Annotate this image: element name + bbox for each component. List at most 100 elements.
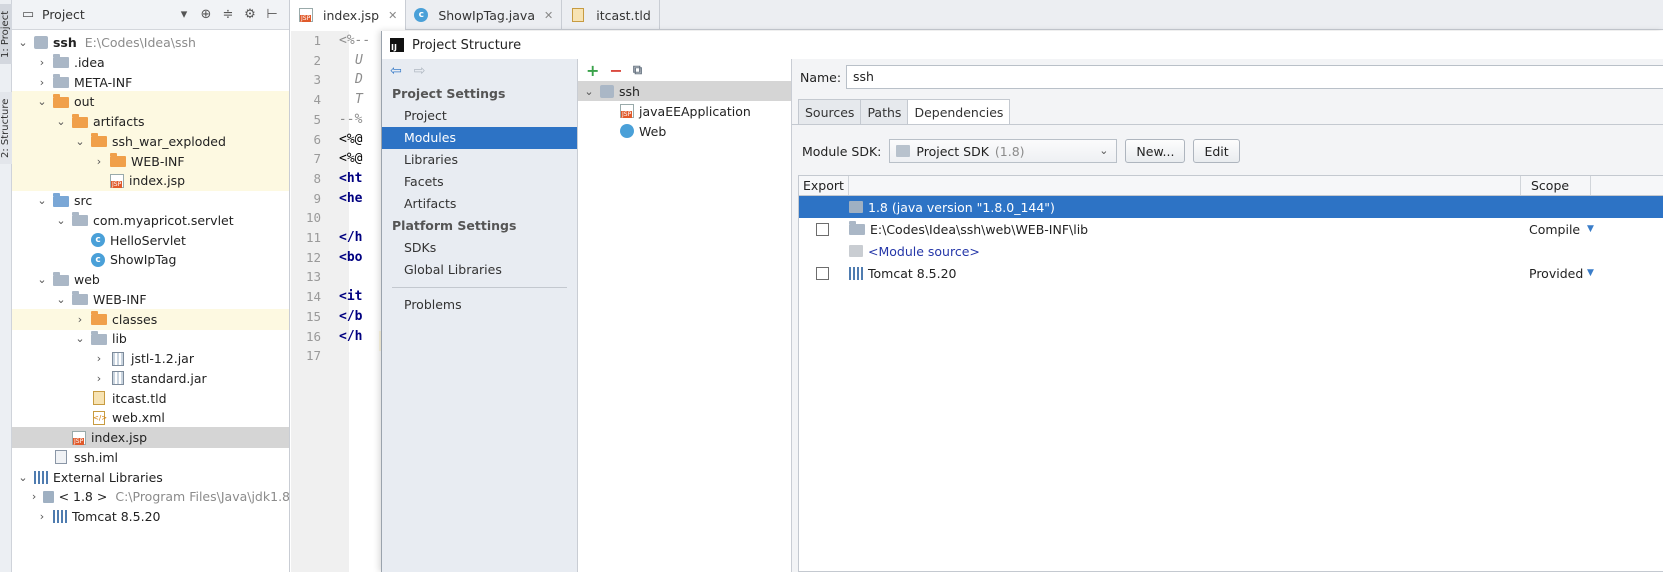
tab-paths[interactable]: Paths [860,99,909,125]
tree-item[interactable]: › .idea [12,52,289,73]
nav-item-problems[interactable]: Problems [382,294,577,316]
tree-item[interactable]: c ShowIpTag [12,249,289,270]
copy-module-icon[interactable]: ⧉ [633,63,642,78]
new-sdk-button[interactable]: New... [1125,139,1186,163]
tree-item[interactable]: ⌄ web [12,269,289,290]
scope-column-header[interactable]: Scope [1521,176,1591,195]
collapse-arrow-icon[interactable]: › [92,372,106,385]
tree-item-label: artifacts [92,114,145,129]
tree-item[interactable]: ⌄ com.myapricot.servlet [12,210,289,231]
tree-item[interactable]: ⌄ External Libraries [12,467,289,488]
sdk-version: (1.8) [994,143,1025,159]
nav-item-libraries[interactable]: Libraries [382,149,577,171]
structure-tool-tab[interactable]: 2: Structure [0,92,12,164]
nav-item-facets[interactable]: Facets [382,171,577,193]
back-arrow-icon[interactable]: ⇦ [390,63,402,79]
collapse-arrow-icon[interactable]: › [35,510,49,523]
table-row[interactable]: <Module source> [799,240,1663,262]
expand-arrow-icon[interactable]: ⌄ [54,293,68,306]
editor-tab[interactable]: itcast.tld [562,0,660,30]
tree-item[interactable]: c HelloServlet [12,230,289,251]
module-tree-item[interactable]: javaEEApplication [578,101,791,121]
expand-arrow-icon[interactable]: ⌄ [35,95,49,108]
close-icon[interactable]: ✕ [544,9,553,22]
edit-sdk-button[interactable]: Edit [1193,139,1240,163]
collapse-arrow-icon[interactable]: › [35,56,49,69]
nav-item-global-libraries[interactable]: Global Libraries [382,259,577,281]
editor-tab[interactable]: c ShowIpTag.java ✕ [406,0,563,30]
close-icon[interactable]: ✕ [388,9,397,22]
expand-arrow-icon[interactable]: ⌄ [16,471,30,484]
tree-item[interactable]: ⌄ ssh E:\Codes\Idea\ssh [12,32,289,53]
module-tabs: Sources Paths Dependencies [798,99,1011,125]
tree-item[interactable]: › standard.jar [12,368,289,389]
project-tool-tab[interactable]: 1: Project [0,4,12,64]
table-row[interactable]: Tomcat 8.5.20 Provided ▼ [799,262,1663,284]
module-name-field[interactable]: ssh [846,65,1663,89]
tree-item[interactable]: ⌄ src [12,190,289,211]
collapse-arrow-icon[interactable]: › [35,76,49,89]
collapse-arrow-icon[interactable]: › [29,490,39,503]
name-column-header[interactable] [849,176,1521,195]
expand-arrow-icon[interactable]: ⌄ [35,194,49,207]
target-icon[interactable]: ⊕ [198,7,214,23]
expand-arrow-icon[interactable]: ⌄ [73,332,87,345]
code-line: </h [339,230,363,245]
collapse-icon[interactable]: ≑ [220,7,236,23]
chevron-down-icon[interactable]: ▾ [176,7,192,23]
expand-arrow-icon[interactable]: ⌄ [16,36,30,49]
collapse-arrow-icon[interactable]: › [73,313,87,326]
scope-value[interactable]: Compile [1529,222,1580,237]
tree-item[interactable]: › classes [12,308,289,330]
project-view-title[interactable]: Project [42,7,170,22]
table-row[interactable]: E:\Codes\Idea\ssh\web\WEB-INF\lib Compile… [799,218,1663,240]
tree-item[interactable]: ssh.iml [12,447,289,468]
editor-tab[interactable]: index.jsp ✕ [291,0,407,30]
scope-value[interactable]: Provided [1529,266,1583,281]
tree-item[interactable]: ⌄ ssh_war_exploded [12,130,289,152]
tree-item[interactable]: itcast.tld [12,388,289,409]
tree-item[interactable]: index.jsp [12,427,289,448]
tree-item[interactable]: › META-INF [12,72,289,93]
tree-item[interactable]: index.jsp [12,170,289,192]
nav-item-modules[interactable]: Modules [382,127,577,149]
expand-arrow-icon[interactable]: ⌄ [35,273,49,286]
tree-item[interactable]: web.xml [12,407,289,428]
module-tree-item[interactable]: Web [578,121,791,141]
tree-item[interactable]: ⌄ out [12,91,289,113]
nav-item-artifacts[interactable]: Artifacts [382,193,577,215]
nav-item-sdks[interactable]: SDKs [382,237,577,259]
tree-item[interactable]: › jstl-1.2.jar [12,348,289,369]
chevron-down-icon[interactable]: ▼ [1587,268,1594,278]
expand-arrow-icon[interactable]: ⌄ [73,135,87,148]
tree-item-label: HelloServlet [109,232,186,248]
add-module-icon[interactable]: + [586,61,599,80]
hide-icon[interactable]: ⊢ [264,7,280,23]
tree-item[interactable]: › Tomcat 8.5.20 [12,506,289,527]
export-checkbox[interactable] [816,223,829,236]
remove-module-icon[interactable]: − [609,61,622,80]
tree-item[interactable]: › < 1.8 > C:\Program Files\Java\jdk1.8 [12,486,289,507]
table-row[interactable]: 1.8 (java version "1.8.0_144") [799,196,1663,218]
expand-arrow-icon[interactable]: ⌄ [582,85,596,98]
sdk-value: Project SDK [916,143,989,159]
module-tree-item[interactable]: ⌄ ssh [578,81,791,101]
expand-arrow-icon[interactable]: ⌄ [54,115,68,128]
editor-code[interactable]: <%-- U D T --% <%@ <%@ <ht <he </h <bo <it </b </h [339,31,379,572]
collapse-arrow-icon[interactable]: › [92,352,106,365]
tree-item[interactable]: › WEB-INF [12,150,289,172]
gear-icon[interactable]: ⚙ [242,7,258,23]
tab-sources[interactable]: Sources [798,99,862,125]
tree-item[interactable]: ⌄ artifacts [12,111,289,132]
expand-arrow-icon[interactable]: ⌄ [54,214,68,227]
export-column-header[interactable]: Export [799,176,849,195]
forward-arrow-icon[interactable]: ⇨ [414,63,426,79]
chevron-down-icon[interactable]: ▼ [1587,224,1594,234]
module-sdk-select[interactable]: Project SDK (1.8) ⌄ [889,139,1118,163]
tab-dependencies[interactable]: Dependencies [907,99,1011,125]
tree-item[interactable]: ⌄ lib [12,328,289,349]
tree-item[interactable]: ⌄ WEB-INF [12,289,289,310]
nav-item-project[interactable]: Project [382,105,577,127]
export-checkbox[interactable] [816,267,829,280]
collapse-arrow-icon[interactable]: › [92,155,106,168]
